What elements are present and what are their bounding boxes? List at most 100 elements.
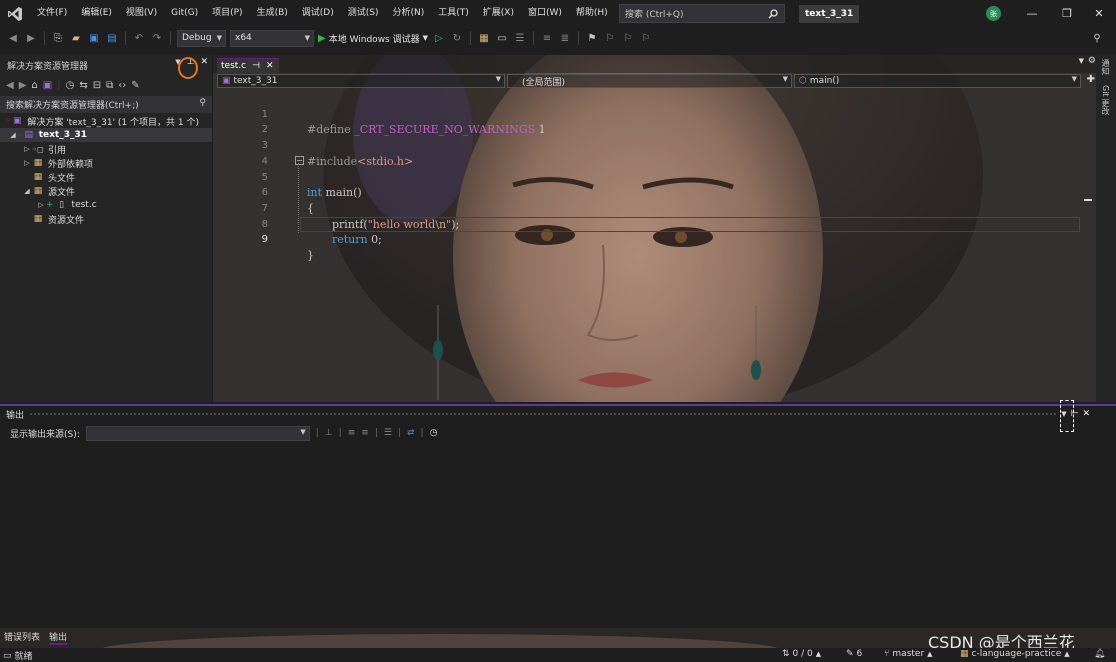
settings-gear-icon[interactable]: ⚙ xyxy=(1088,56,1096,66)
scope-nav-select[interactable]: (全局范围) ▼ xyxy=(507,74,792,88)
project-nav-select[interactable]: ▣ text_3_31 ▼ xyxy=(217,74,505,88)
hot-reload-icon[interactable]: ↻ xyxy=(450,31,464,45)
undo-icon[interactable]: ↶ xyxy=(132,31,146,45)
configuration-select[interactable]: Debug ▼ xyxy=(177,29,226,47)
status-repository[interactable]: ▦ c-language-practice ▲ xyxy=(960,649,1070,659)
forward-icon[interactable]: ▶ xyxy=(24,31,38,45)
expander-collapsed-icon[interactable]: ▷ xyxy=(22,159,32,167)
status-commits[interactable]: ⇅ 0 / 0 ▲ xyxy=(782,649,821,659)
start-debugging-button[interactable]: ▶ 本地 Windows 调试器 ▼ xyxy=(318,32,428,45)
tree-item-solution[interactable]: ◦ ▣ 解决方案 'text_3_31' (1 个项目，共 1 个) xyxy=(0,114,212,128)
menu-extensions[interactable]: 扩展(X) xyxy=(476,0,521,27)
document-tab-strip: test.c ⊣ ✕ ▼ ⚙ xyxy=(213,55,1096,73)
prev-message-icon[interactable]: ≡ xyxy=(348,428,356,438)
word-wrap-icon[interactable]: ⇄ xyxy=(407,428,415,438)
output-source-select[interactable]: ▼ xyxy=(85,425,310,441)
tree-item-label: 解决方案 'text_3_31' (1 个项目，共 1 个) xyxy=(27,117,199,128)
save-all-icon[interactable]: ▤ xyxy=(105,31,119,45)
find-message-icon[interactable]: ⊥ xyxy=(325,428,333,438)
back-icon[interactable]: ◀ xyxy=(6,80,14,91)
global-search-input[interactable]: 搜索 (Ctrl+Q) xyxy=(619,4,785,23)
menu-build[interactable]: 生成(B) xyxy=(250,0,295,27)
pending-changes-filter-icon[interactable]: ◷ xyxy=(66,80,75,91)
tree-item-test-c[interactable]: ▷ + ▯ test.c xyxy=(0,198,212,212)
expander-collapsed-icon[interactable]: ▷ xyxy=(22,145,32,153)
notifications-tab[interactable]: 通知 xyxy=(1100,59,1111,75)
split-editor-icon[interactable]: ✚ xyxy=(1087,74,1095,85)
close-tab-icon[interactable]: ✕ xyxy=(266,61,274,71)
prev-bookmark-icon[interactable]: ⚐ xyxy=(603,31,617,45)
expander-collapsed-icon[interactable]: ▷ xyxy=(36,201,46,209)
open-folder-icon[interactable]: ▰ xyxy=(69,31,83,45)
status-branch[interactable]: ⑂ master ▲ xyxy=(884,649,933,659)
code-editor[interactable]: test.c ⊣ ✕ ▼ ⚙ ▣ text_3_31 ▼ (全局范围) ▼ ⬡ … xyxy=(213,55,1096,402)
close-icon[interactable]: ✕ xyxy=(1082,409,1090,419)
switch-views-icon[interactable]: ▣ xyxy=(43,80,52,91)
git-changes-tab[interactable]: Git 更改 xyxy=(1100,85,1111,115)
output-text-area[interactable] xyxy=(0,446,1116,630)
menu-tools[interactable]: 工具(T) xyxy=(431,0,476,27)
menu-git[interactable]: Git(G) xyxy=(164,0,205,27)
menu-project[interactable]: 项目(P) xyxy=(205,0,249,27)
tab-test-c[interactable]: test.c ⊣ ✕ xyxy=(217,58,279,73)
view-code-icon[interactable]: ‹› xyxy=(118,80,126,91)
menu-file[interactable]: 文件(F) xyxy=(30,0,74,27)
show-all-files-icon[interactable]: ⧉ xyxy=(106,80,113,91)
drag-grip[interactable] xyxy=(30,413,1056,415)
solution-explorer-search-input[interactable]: 搜索解决方案资源管理器(Ctrl+;) ⚲ xyxy=(0,96,212,113)
menu-test[interactable]: 测试(S) xyxy=(341,0,386,27)
platform-select[interactable]: x64 ▼ xyxy=(230,29,314,47)
uncomment-icon[interactable]: ≣ xyxy=(558,31,572,45)
next-message-icon[interactable]: ≡ xyxy=(361,428,369,438)
sync-icon[interactable]: ⇆ xyxy=(79,80,87,91)
comment-icon[interactable]: ≡ xyxy=(540,31,554,45)
restore-button[interactable]: ❐ xyxy=(1050,0,1084,27)
editor-vertical-scrollbar[interactable] xyxy=(1084,95,1092,400)
tree-item-resource-files[interactable]: ▦ 资源文件 xyxy=(0,212,212,226)
tab-error-list[interactable]: 错误列表 xyxy=(4,630,40,643)
menu-analyze[interactable]: 分析(N) xyxy=(385,0,431,27)
window-layout-icon[interactable]: ▭ xyxy=(495,31,509,45)
forward-icon[interactable]: ▶ xyxy=(19,80,27,91)
tab-output[interactable]: 输出 xyxy=(49,630,68,645)
collapse-all-icon[interactable]: ⊟ xyxy=(93,80,101,91)
expander-expanded-icon[interactable]: ◢ xyxy=(8,131,18,139)
tree-item-project[interactable]: ◢ ◦ ▤ text_3_31 xyxy=(0,128,212,142)
properties-wrench-icon[interactable]: ✎ xyxy=(131,80,139,91)
close-icon[interactable]: ✕ xyxy=(200,57,208,67)
pin-tab-icon[interactable]: ⊣ xyxy=(252,61,260,71)
indent-icon[interactable]: ☰ xyxy=(513,31,527,45)
menu-help[interactable]: 帮助(H) xyxy=(569,0,615,27)
menu-view[interactable]: 视图(V) xyxy=(119,0,164,27)
expander-expanded-icon[interactable]: ◢ xyxy=(22,187,32,195)
tree-item-header-files[interactable]: ▦ 头文件 xyxy=(0,170,212,184)
tree-item-source-files[interactable]: ◢ ▦ 源文件 xyxy=(0,184,212,198)
clear-all-icon[interactable]: ☰ xyxy=(384,428,392,438)
new-project-icon[interactable]: ⎘ xyxy=(51,31,65,45)
live-share-icon[interactable]: ⚲ xyxy=(1090,31,1104,45)
tree-item-external-deps[interactable]: ▷ ▦ 外部依赖项 xyxy=(0,156,212,170)
notifications-bell[interactable]: 🔔︎ xyxy=(1094,649,1105,659)
timestamp-clock-icon[interactable]: ◷ xyxy=(430,428,438,438)
back-icon[interactable]: ◀ xyxy=(6,31,20,45)
menu-debug[interactable]: 调试(D) xyxy=(295,0,341,27)
clear-bookmarks-icon[interactable]: ⚐ xyxy=(639,31,653,45)
tree-item-references[interactable]: ▷ ◦◻ 引用 xyxy=(0,142,212,156)
solution-explorer-icon[interactable]: ▦ xyxy=(477,31,491,45)
save-icon[interactable]: ▣ xyxy=(87,31,101,45)
menu-window[interactable]: 窗口(W) xyxy=(521,0,569,27)
member-nav-select[interactable]: ⬡ main() ▼ xyxy=(794,74,1081,88)
account-avatar[interactable]: 张 xyxy=(986,6,1001,21)
bookmark-icon[interactable]: ⚑ xyxy=(585,31,599,45)
start-without-debugging-icon[interactable]: ▷ xyxy=(432,31,446,45)
status-pending-changes[interactable]: ✎ 6 xyxy=(846,649,862,659)
menu-bar: 文件(F) 编辑(E) 视图(V) Git(G) 项目(P) 生成(B) 调试(… xyxy=(30,0,615,27)
close-window-button[interactable]: ✕ xyxy=(1082,0,1116,27)
redo-icon[interactable]: ↷ xyxy=(150,31,164,45)
minimize-button[interactable]: — xyxy=(1015,0,1049,27)
menu-edit[interactable]: 编辑(E) xyxy=(74,0,119,27)
collapse-region-icon[interactable]: − xyxy=(295,156,304,165)
next-bookmark-icon[interactable]: ⚐ xyxy=(621,31,635,45)
home-icon[interactable]: ⌂ xyxy=(31,80,37,91)
tab-list-chevron-icon[interactable]: ▼ xyxy=(1079,57,1084,65)
